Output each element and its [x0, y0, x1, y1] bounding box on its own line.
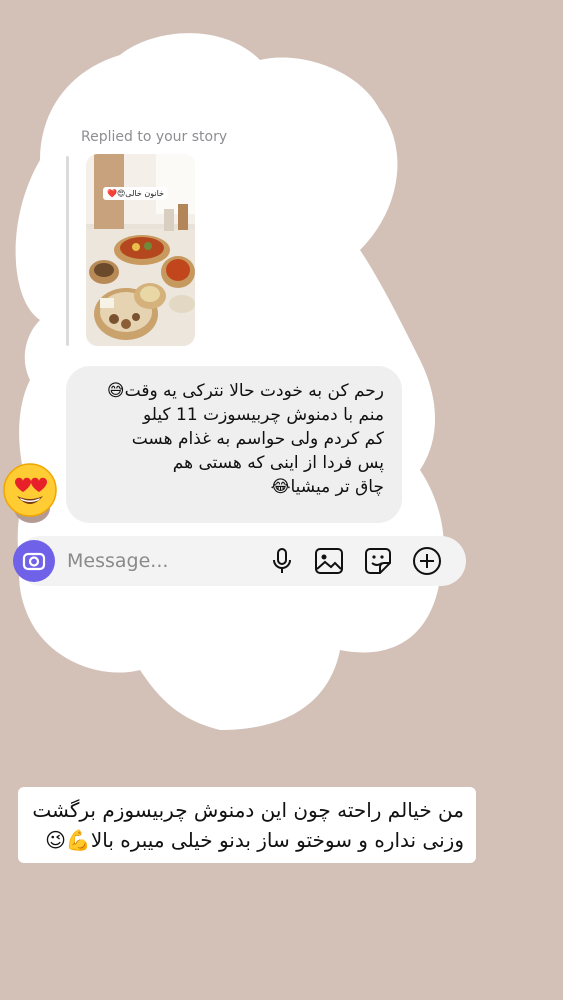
message-line: پس فردا از اینی که هستی هم	[172, 453, 384, 473]
camera-icon	[22, 552, 46, 571]
add-icon[interactable]	[411, 545, 443, 577]
caption-line: وزنی نداره و سوختو ساز بدنو خیلی میبره ب…	[45, 828, 464, 852]
reply-indicator-bar	[66, 156, 69, 346]
message-line: منم با دمنوش چربیسوزت 11 کیلو	[142, 405, 384, 425]
caption-line: من خیالم راحته چون این دمنوش چربیسوزم بر…	[32, 798, 464, 822]
message-line: رحم کن به خودت حالا نترکی یه وقت😅	[106, 381, 384, 401]
replied-to-story-label: Replied to your story	[81, 129, 228, 145]
microphone-icon[interactable]	[266, 545, 298, 577]
message-input[interactable]: Message...	[67, 549, 168, 573]
story-caption: من خیالم راحته چون این دمنوش چربیسوزم بر…	[18, 787, 476, 863]
story-thumbnail[interactable]: خانون خالی😍❤️	[86, 154, 195, 346]
sticker-icon[interactable]	[362, 545, 394, 577]
camera-button[interactable]	[13, 540, 55, 582]
message-line: کم کردم ولی حواسم به غذام هست	[131, 429, 384, 449]
gallery-icon[interactable]	[313, 545, 345, 577]
message-bubble[interactable]: رحم کن به خودت حالا نترکی یه وقت😅 منم با…	[66, 366, 402, 523]
message-line: چاق تر میشیا😂	[270, 477, 384, 497]
food-table-image	[86, 154, 195, 346]
story-sticker-tag: خانون خالی😍❤️	[103, 187, 168, 200]
heart-eyes-emoji-icon	[3, 463, 57, 517]
